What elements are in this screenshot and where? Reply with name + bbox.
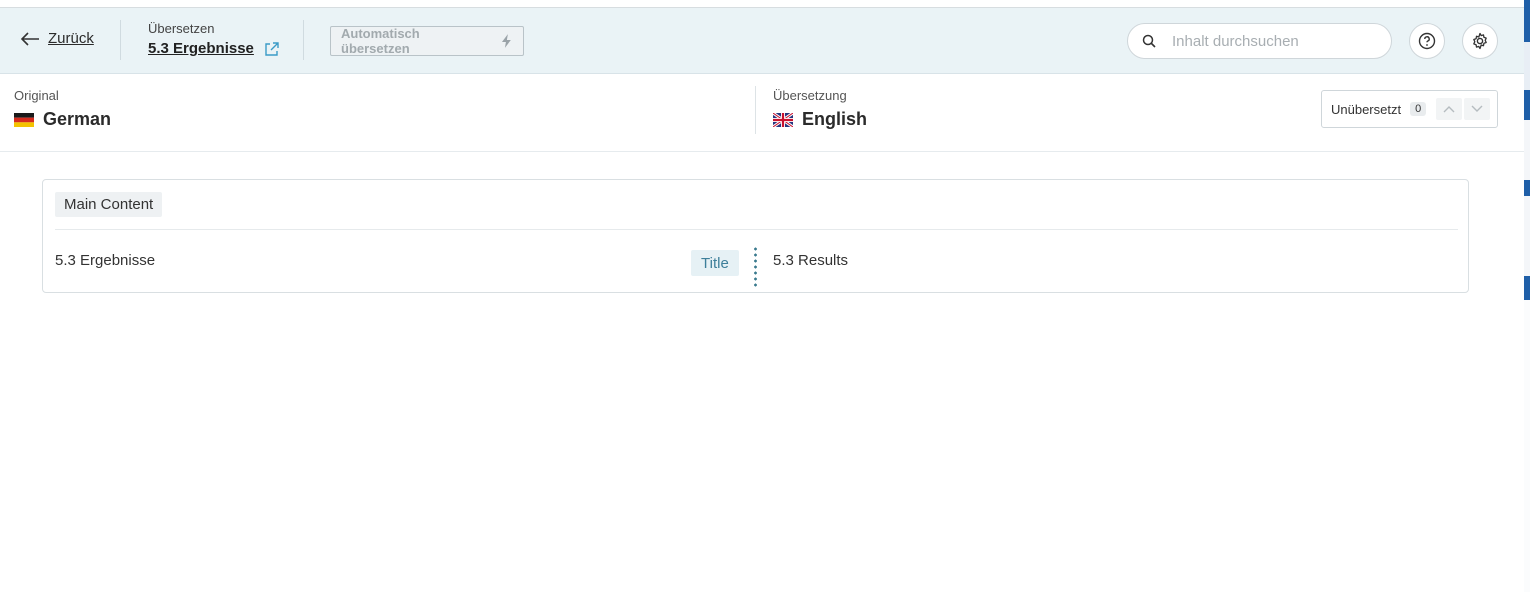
background-window-edge	[1524, 0, 1530, 592]
window-fragment	[1524, 300, 1530, 592]
help-icon	[1418, 32, 1436, 50]
auto-translate-label: Automatisch übersetzen	[341, 26, 420, 56]
search-icon	[1142, 34, 1156, 48]
chevron-down-icon	[1471, 105, 1483, 112]
language-bar: Original German Übersetzung English Unüb…	[0, 74, 1524, 152]
translation-header: Zurück Übersetzen 5.3 Ergebnisse Automat…	[0, 8, 1524, 74]
language-divider	[755, 86, 756, 134]
header-divider	[120, 20, 121, 60]
original-language-name: German	[43, 109, 112, 129]
untranslated-count-badge: 0	[1410, 102, 1427, 116]
filter-label: Unübersetzt	[1331, 101, 1402, 117]
window-fragment	[1524, 120, 1530, 180]
header-divider	[303, 20, 304, 60]
row-divider	[754, 246, 757, 288]
field-type-badge: Title	[691, 250, 739, 276]
crumb-caption: Übersetzen	[148, 21, 215, 36]
auto-translate-button[interactable]: Automatisch übersetzen	[330, 26, 524, 56]
chevron-up-icon	[1443, 106, 1455, 113]
translation-language: Übersetzung English	[773, 88, 867, 130]
translation-caption: Übersetzung	[773, 88, 847, 103]
back-label: Zurück	[48, 30, 94, 47]
settings-button[interactable]	[1462, 23, 1498, 59]
window-fragment	[1524, 42, 1530, 90]
translation-text[interactable]: 5.3 Results	[773, 252, 848, 269]
back-arrow-icon	[20, 31, 39, 46]
original-language: Original German	[14, 88, 111, 130]
next-untranslated-button[interactable]	[1464, 98, 1491, 120]
content-card: Main Content 5.3 Ergebnisse Title 5.3 Re…	[42, 179, 1469, 293]
help-button[interactable]	[1409, 23, 1445, 59]
uk-flag-icon	[773, 112, 793, 127]
translation-language-name: English	[802, 109, 868, 129]
german-flag-icon	[14, 112, 34, 127]
back-link[interactable]: Zurück	[20, 30, 94, 47]
section-label: Main Content	[55, 192, 163, 217]
original-caption: Original	[14, 88, 59, 103]
card-divider	[55, 229, 1458, 230]
lightning-icon	[502, 34, 512, 48]
window-fragment	[1524, 196, 1530, 276]
original-text: 5.3 Ergebnisse	[55, 252, 156, 269]
untranslated-filter[interactable]: Unübersetzt 0	[1321, 90, 1498, 128]
gear-icon	[1473, 32, 1487, 50]
search-box[interactable]	[1127, 23, 1392, 59]
page-title-link[interactable]: 5.3 Ergebnisse	[148, 40, 254, 57]
previous-untranslated-button[interactable]	[1436, 98, 1463, 120]
search-input[interactable]	[1170, 31, 1370, 51]
top-border	[0, 0, 1524, 8]
external-link-icon[interactable]	[264, 41, 280, 57]
breadcrumb: Übersetzen 5.3 Ergebnisse	[148, 21, 280, 57]
